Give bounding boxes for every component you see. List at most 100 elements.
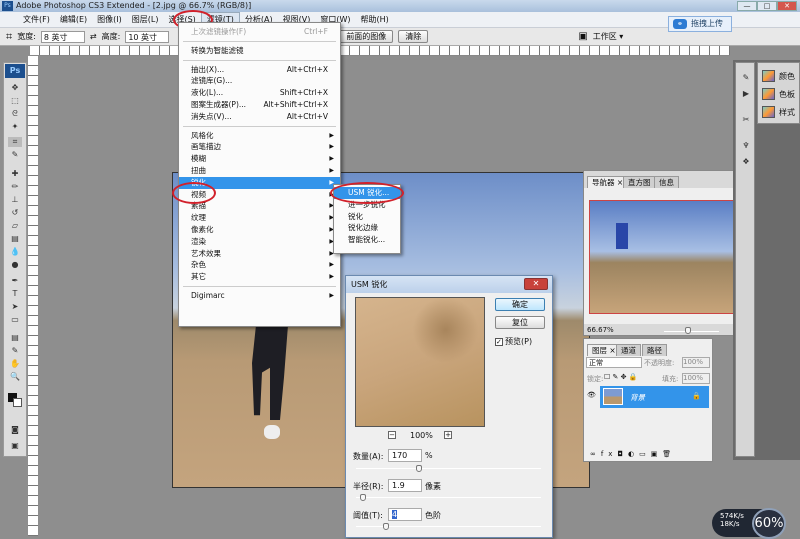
tab-navigator[interactable]: 导航器 × <box>587 176 629 188</box>
layer-row-background[interactable]: 背景 🔒 <box>600 386 709 408</box>
gradient-icon[interactable]: ▤ <box>8 234 22 244</box>
eyedropper2-icon[interactable]: ✎ <box>8 346 22 356</box>
pen-icon[interactable]: ✒ <box>8 276 22 286</box>
actions-icon[interactable]: ▶ <box>739 89 753 99</box>
clone-source-icon[interactable]: ♆ <box>739 141 753 151</box>
screen-mode-icon[interactable]: ▣ <box>8 441 22 451</box>
menu-item-pattern-maker[interactable]: 图案生成器(P)... Alt+Shift+Ctrl+X <box>179 99 340 111</box>
menu-layer[interactable]: 图层(L) <box>127 13 164 27</box>
menu-item-pixelate[interactable]: 像素化 ▶ <box>179 224 340 236</box>
menu-item-vanishing-point[interactable]: 消失点(V)... Alt+Ctrl+V <box>179 111 340 123</box>
tab-channels[interactable]: 通道 <box>616 344 641 356</box>
maximize-button[interactable]: □ <box>757 1 777 11</box>
menu-item-sharpen-basic[interactable]: 锐化 <box>334 211 400 223</box>
minimize-button[interactable]: — <box>737 1 757 11</box>
fill-input[interactable]: 100% <box>682 373 710 384</box>
width-input[interactable]: 8 英寸 <box>40 30 85 43</box>
move-tool-icon[interactable]: ✥ <box>8 83 22 93</box>
menu-image[interactable]: 图像(I) <box>92 13 127 27</box>
quick-mask-icon[interactable]: ◙ <box>8 425 22 435</box>
eye-icon[interactable]: 👁 <box>587 391 596 399</box>
preview-checkbox[interactable]: ✓ <box>495 337 503 346</box>
navigator-zoom-thumb[interactable] <box>685 327 691 334</box>
threshold-slider-thumb[interactable] <box>382 523 389 530</box>
tab-info[interactable]: 信息 <box>654 176 679 188</box>
background-color[interactable] <box>13 398 22 407</box>
eraser-icon[interactable]: ▱ <box>8 221 22 231</box>
menu-item-liquify[interactable]: 液化(L)... Shift+Ctrl+X <box>179 87 340 99</box>
layer-footer-icons[interactable]: ∞fx◘◐▭▣🗑 <box>590 450 676 458</box>
menu-item-last-filter[interactable]: 上次滤镜操作(F) Ctrl+F <box>179 26 340 38</box>
path-select-icon[interactable]: ➤ <box>8 302 22 312</box>
dock-item-styles[interactable]: 样式 <box>762 103 795 121</box>
menu-item-convert-smart[interactable]: 转换为智能滤镜 <box>179 45 340 57</box>
menu-item-other[interactable]: 其它 ▶ <box>179 271 340 283</box>
dock-item-color[interactable]: 颜色 <box>762 67 795 85</box>
menu-item-stylize[interactable]: 风格化 ▶ <box>179 130 340 142</box>
zoom-icon[interactable]: 🔍 <box>8 372 22 382</box>
menu-item-noise[interactable]: 杂色 ▶ <box>179 259 340 271</box>
amount-slider-thumb[interactable] <box>415 465 422 472</box>
tool-presets-icon[interactable]: ✂ <box>739 115 753 125</box>
front-image-button[interactable]: 前面的图像 <box>339 30 394 43</box>
radius-slider-track[interactable] <box>356 497 541 498</box>
stamp-icon[interactable]: ⊥ <box>8 195 22 205</box>
blur-icon[interactable]: 💧 <box>8 247 22 257</box>
brush-icon[interactable]: ✏ <box>8 182 22 192</box>
magic-wand-icon[interactable]: ✦ <box>8 122 22 132</box>
healing-brush-icon[interactable]: ✚ <box>8 169 22 179</box>
eyedropper-icon[interactable]: ✎ <box>8 150 22 160</box>
shape-icon[interactable]: ▭ <box>8 315 22 325</box>
menu-item-sharpen-edges[interactable]: 锐化边缘 <box>334 222 400 234</box>
menu-item-brush-strokes[interactable]: 画笔描边 ▶ <box>179 141 340 153</box>
bridge-icon[interactable]: ▣ <box>578 31 587 42</box>
menu-item-distort[interactable]: 扭曲 ▶ <box>179 165 340 177</box>
amount-slider-track[interactable] <box>356 468 541 469</box>
menu-help[interactable]: 帮助(H) <box>356 13 394 27</box>
close-button[interactable]: ✕ <box>777 1 797 11</box>
navigator-zoom-slider[interactable] <box>664 331 719 332</box>
layer-comps-icon[interactable]: ❖ <box>739 157 753 167</box>
navigator-thumbnail[interactable] <box>589 200 737 314</box>
lock-icons[interactable]: ☐ ✎ ✥ 🔒 <box>604 373 637 381</box>
radius-slider-thumb[interactable] <box>360 494 367 501</box>
menu-item-texture[interactable]: 纹理 ▶ <box>179 212 340 224</box>
menu-item-digimarc[interactable]: Digimarc ▶ <box>179 290 340 302</box>
navigator-zoom[interactable]: 66.67% <box>587 326 614 334</box>
menu-item-artistic[interactable]: 艺术效果 ▶ <box>179 248 340 260</box>
menu-item-extract[interactable]: 抽出(X)... Alt+Ctrl+X <box>179 64 340 76</box>
marquee-tool-icon[interactable]: ⬚ <box>8 96 22 106</box>
upload-button[interactable]: ⚭ 拖拽上传 <box>668 16 732 32</box>
lasso-tool-icon[interactable]: ᘓ <box>8 109 22 119</box>
menu-edit[interactable]: 编辑(E) <box>55 13 92 27</box>
menu-item-render[interactable]: 渲染 ▶ <box>179 236 340 248</box>
opacity-input[interactable]: 100% <box>682 357 710 368</box>
crop-tool-icon[interactable]: ⌗ <box>8 137 22 147</box>
crop-icon[interactable]: ⌗ <box>6 30 12 44</box>
ok-button[interactable]: 确定 <box>495 298 545 311</box>
amount-input[interactable]: 170 <box>388 449 422 462</box>
tab-histogram[interactable]: 直方图 <box>623 176 656 188</box>
blend-mode-select[interactable]: 正常 <box>586 357 642 368</box>
history-brush-icon[interactable]: ↺ <box>8 208 22 218</box>
reset-button[interactable]: 复位 <box>495 316 545 329</box>
height-input[interactable]: 10 英寸 <box>125 30 170 43</box>
preview-checkbox-row[interactable]: ✓ 预览(P) <box>495 336 532 347</box>
radius-input[interactable]: 1.9 <box>388 479 422 492</box>
tab-paths[interactable]: 路径 <box>642 344 667 356</box>
menu-file[interactable]: 文件(F) <box>18 13 55 27</box>
dock-item-swatches[interactable]: 色板 <box>762 85 795 103</box>
dodge-icon[interactable]: ● <box>8 260 22 270</box>
type-icon[interactable]: T <box>8 289 22 299</box>
menu-item-smart-sharpen[interactable]: 智能锐化... <box>334 234 400 246</box>
hand-icon[interactable]: ✋ <box>8 359 22 369</box>
swap-icon[interactable]: ⇄ <box>90 32 97 41</box>
zoom-out-button[interactable]: − <box>388 431 396 439</box>
brushes-icon[interactable]: ✎ <box>739 73 753 83</box>
preview-image[interactable] <box>355 297 485 427</box>
notes-icon[interactable]: ▤ <box>8 333 22 343</box>
zoom-in-button[interactable]: + <box>444 431 452 439</box>
menu-item-blur[interactable]: 模糊 ▶ <box>179 153 340 165</box>
threshold-input[interactable]: 4 <box>388 508 422 521</box>
clear-button[interactable]: 清除 <box>398 30 429 43</box>
